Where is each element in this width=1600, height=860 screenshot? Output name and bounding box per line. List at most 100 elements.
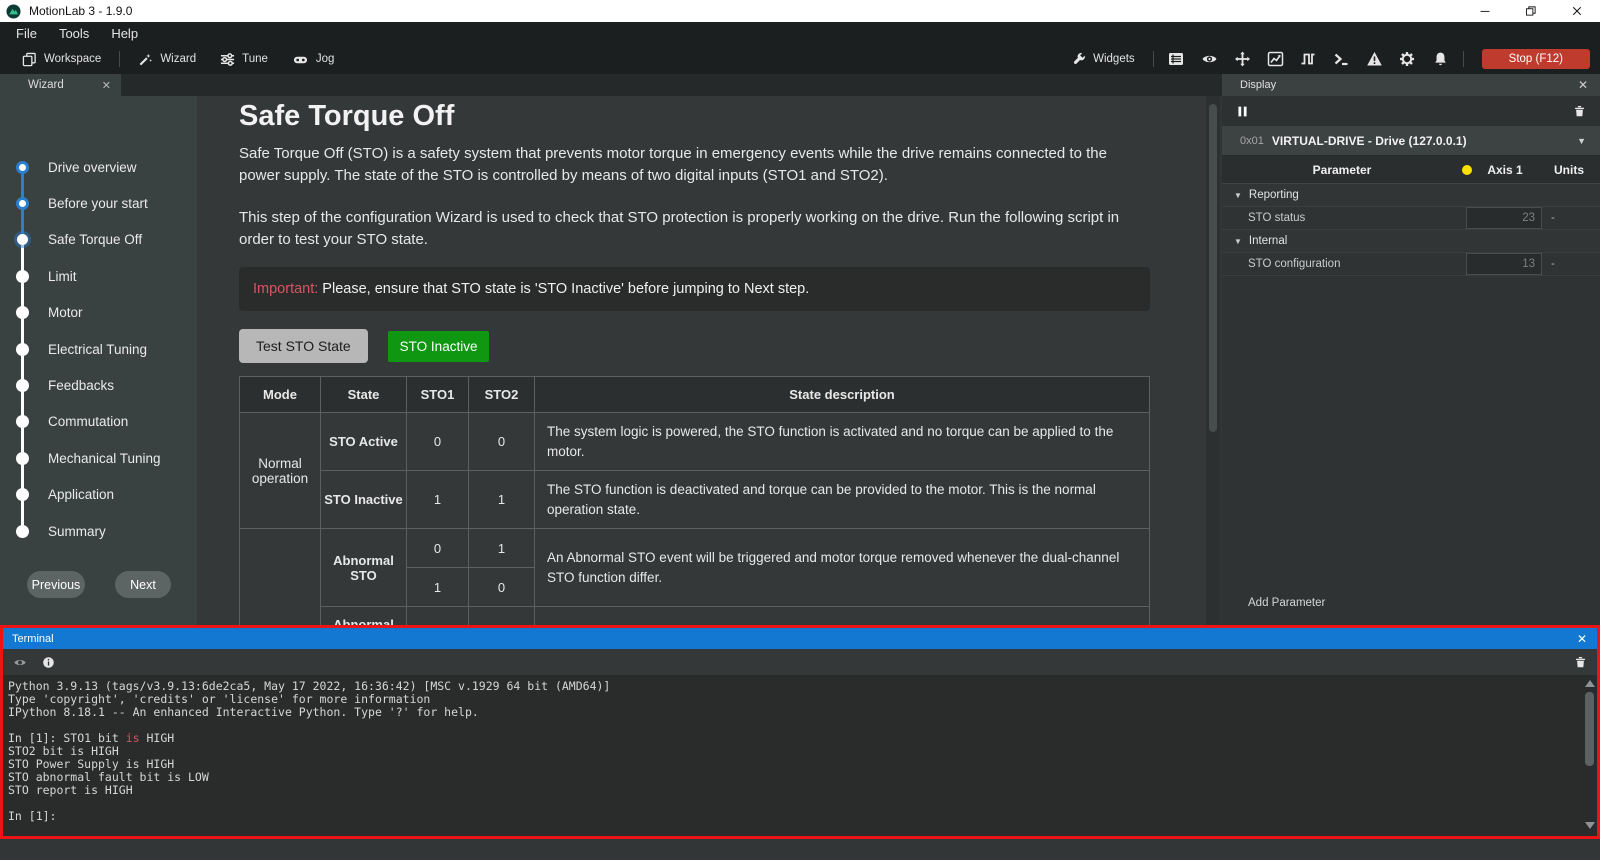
move-button[interactable] [1226, 46, 1259, 72]
bottom-strip [0, 839, 1600, 860]
terminal-titlebar[interactable]: Terminal ✕ [3, 628, 1597, 649]
drive-selector[interactable]: 0x01 VIRTUAL-DRIVE - Drive (127.0.0.1) ▼ [1222, 126, 1600, 156]
parameter-row-sto-configuration[interactable]: STO configuration13- [1222, 253, 1600, 276]
window-title: MotionLab 3 - 1.9.0 [29, 4, 132, 18]
main-toolbar: Workspace Wizard Tune Jog Widgets Stop (F12… [0, 44, 1600, 74]
tab-close-button[interactable]: ✕ [102, 79, 111, 92]
col-header-sto1: STO1 [407, 377, 469, 413]
toolbar-jog-button[interactable]: Jog [280, 48, 347, 71]
gear-button[interactable] [1391, 46, 1424, 72]
scroll-up-arrow[interactable] [1585, 680, 1595, 687]
sto2-cell: 1 [469, 471, 535, 529]
table-header-row: Mode State STO1 STO2 State description [240, 377, 1150, 413]
state-cell: Abnormal [321, 607, 407, 626]
close-button[interactable] [1554, 0, 1600, 22]
step-todo-dot [16, 306, 29, 319]
toolbar-workspace-button[interactable]: Workspace [10, 48, 113, 71]
display-toolbar [1222, 96, 1600, 126]
parameter-name: STO configuration [1222, 258, 1466, 270]
sliders-icon [220, 52, 235, 67]
col-units: Units [1538, 163, 1600, 177]
state-cell: STO Active [321, 413, 407, 471]
sto1-cell [407, 607, 469, 626]
parameter-value: 13 [1466, 253, 1542, 275]
terminal-line: STO Power Supply is HIGH [8, 758, 1577, 771]
scroll-down-arrow[interactable] [1585, 822, 1595, 829]
main-scrollbar[interactable] [1206, 96, 1220, 625]
step-todo-dot [16, 488, 29, 501]
terminal-line: IPython 8.18.1 -- An enhanced Interactiv… [8, 706, 1577, 719]
next-button[interactable]: Next [115, 571, 171, 598]
parameter-row-sto-status[interactable]: STO status23- [1222, 207, 1600, 230]
terminal-eye-button[interactable] [13, 656, 27, 669]
toolbar-tune-label: Tune [242, 53, 268, 65]
sidebar-item-mechanical-tuning[interactable]: Mechanical Tuning [0, 440, 197, 476]
sto-state-table: Mode State STO1 STO2 State description N… [239, 376, 1150, 625]
sidebar-item-summary[interactable]: Summary [0, 513, 197, 549]
toolbar-tune-button[interactable]: Tune [208, 48, 280, 71]
restore-button[interactable] [1508, 0, 1554, 22]
toolbar-wizard-button[interactable]: Wizard [126, 48, 208, 71]
section-reporting[interactable]: ▼Reporting [1222, 184, 1600, 207]
main-scrollbar-thumb[interactable] [1209, 104, 1217, 432]
description-cell: The STO function is deactivated and torq… [535, 471, 1150, 529]
sidebar-item-electrical-tuning[interactable]: Electrical Tuning [0, 331, 197, 367]
description-cell: The system logic is powered, the STO fun… [535, 413, 1150, 471]
sidebar-item-safe-torque-off[interactable]: Safe Torque Off [0, 222, 197, 258]
pause-button[interactable] [1236, 105, 1249, 118]
col-axis: Axis 1 [1472, 163, 1538, 177]
action-row: Test STO State STO Inactive [239, 329, 1205, 363]
important-label: Important: [253, 281, 318, 297]
state-cell: Abnormal STO [321, 529, 407, 607]
terminal-output[interactable]: Python 3.9.13 (tags/v3.9.13:6de2ca5, May… [3, 675, 1597, 836]
warning-icon [1366, 51, 1383, 67]
stop-button[interactable]: Stop (F12) [1482, 49, 1590, 69]
bell-button[interactable] [1424, 46, 1457, 72]
sidebar-item-application[interactable]: Application [0, 477, 197, 513]
step-todo-dot [16, 525, 29, 538]
terminal-scrollbar[interactable] [1583, 676, 1597, 833]
add-parameter-button[interactable]: Add Parameter [1248, 597, 1325, 609]
col-parameter: Parameter [1222, 163, 1462, 177]
terminal-close-button[interactable]: ✕ [1577, 632, 1587, 646]
state-cell: STO Inactive [321, 471, 407, 529]
grid-button[interactable] [1160, 46, 1193, 72]
sidebar-item-motor[interactable]: Motor [0, 295, 197, 331]
sidebar-item-drive-overview[interactable]: Drive overview [0, 149, 197, 185]
toolbar-right-group: Widgets Stop (F12) [1060, 46, 1590, 72]
tab-wizard[interactable]: Wizard ✕ [0, 74, 121, 96]
wave-button[interactable] [1292, 46, 1325, 72]
important-text: Please, ensure that STO state is 'STO In… [318, 281, 809, 297]
close-icon [1571, 5, 1583, 17]
sto2-cell: 0 [469, 568, 535, 607]
caret-down-icon: ▼ [1234, 191, 1242, 200]
terminal-trash-button[interactable] [1574, 655, 1587, 669]
step-label: Safe Torque Off [48, 232, 142, 247]
display-close-button[interactable]: ✕ [1578, 78, 1588, 92]
previous-button[interactable]: Previous [27, 571, 85, 598]
eye-button[interactable] [1193, 46, 1226, 72]
terminal-title: Terminal [12, 633, 54, 645]
info-icon [42, 656, 55, 669]
step-label: Motor [48, 305, 83, 320]
warning-button[interactable] [1358, 46, 1391, 72]
gamepad-icon [292, 52, 309, 67]
sidebar-item-limit[interactable]: Limit [0, 258, 197, 294]
menu-tools[interactable]: Tools [48, 22, 100, 44]
sidebar-item-commutation[interactable]: Commutation [0, 404, 197, 440]
sidebar-item-before-your-start[interactable]: Before your start [0, 185, 197, 221]
sto-status-badge: STO Inactive [388, 331, 490, 362]
sidebar-item-feedbacks[interactable]: Feedbacks [0, 367, 197, 403]
widgets-button[interactable]: Widgets [1060, 48, 1147, 70]
terminal-scrollbar-thumb[interactable] [1585, 692, 1594, 766]
terminal-button[interactable] [1325, 46, 1358, 72]
menu-file[interactable]: File [5, 22, 48, 44]
terminal-info-button[interactable] [42, 656, 55, 669]
terminal-line: In [1]: [8, 810, 1577, 823]
display-trash-button[interactable] [1573, 104, 1586, 118]
minimize-button[interactable] [1462, 0, 1508, 22]
test-sto-state-button[interactable]: Test STO State [239, 329, 368, 363]
chart-button[interactable] [1259, 46, 1292, 72]
section-internal[interactable]: ▼Internal [1222, 230, 1600, 253]
menu-help[interactable]: Help [100, 22, 149, 44]
